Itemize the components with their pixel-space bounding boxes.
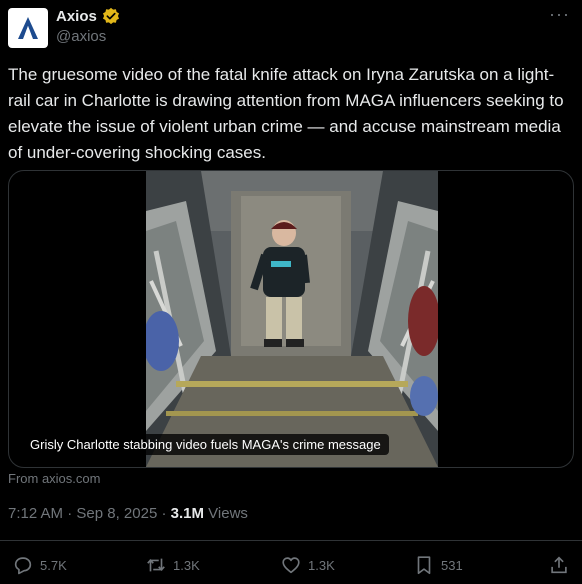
tweet-meta: 7:12 AM · Sep 8, 2025 · 3.1M Views xyxy=(8,505,248,522)
author-block: Axios @axios xyxy=(56,7,120,45)
card-source[interactable]: From axios.com xyxy=(8,471,100,486)
tweet-date[interactable]: Sep 8, 2025 xyxy=(76,505,157,522)
reply-count: 5.7K xyxy=(40,557,67,573)
reply-button[interactable]: 5.7K xyxy=(12,554,67,576)
like-button[interactable]: 1.3K xyxy=(280,554,335,576)
views-label: Views xyxy=(208,505,248,522)
meta-separator: · xyxy=(67,505,73,522)
repost-button[interactable]: 1.3K xyxy=(145,554,200,576)
divider xyxy=(0,540,582,541)
verified-badge-icon[interactable] xyxy=(102,7,120,25)
action-bar: 5.7K 1.3K 1.3K 531 xyxy=(0,552,582,582)
avatar[interactable] xyxy=(8,8,48,48)
axios-logo-icon xyxy=(18,17,38,39)
author-name-row: Axios xyxy=(56,7,120,25)
bookmark-button[interactable]: 531 xyxy=(413,554,463,576)
bookmark-count: 531 xyxy=(441,557,463,573)
more-options-icon[interactable]: ··· xyxy=(549,5,570,23)
reply-icon xyxy=(14,557,32,575)
card-caption: Grisly Charlotte stabbing video fuels MA… xyxy=(22,434,389,455)
repost-icon xyxy=(147,558,165,572)
bookmark-icon xyxy=(417,556,431,575)
video-thumbnail[interactable] xyxy=(146,171,438,467)
views-count: 3.1M xyxy=(170,505,204,522)
like-count: 1.3K xyxy=(308,557,335,573)
meta-separator: · xyxy=(161,505,167,522)
share-icon xyxy=(551,556,567,574)
tweet-time[interactable]: 7:12 AM xyxy=(8,505,63,522)
repost-count: 1.3K xyxy=(173,557,200,573)
author-display-name[interactable]: Axios xyxy=(56,8,97,25)
author-handle[interactable]: @axios xyxy=(56,28,120,45)
tweet-text: The gruesome video of the fatal knife at… xyxy=(8,65,564,162)
link-card[interactable]: Grisly Charlotte stabbing video fuels MA… xyxy=(8,170,574,468)
heart-icon xyxy=(282,557,300,574)
share-button[interactable] xyxy=(548,554,570,576)
